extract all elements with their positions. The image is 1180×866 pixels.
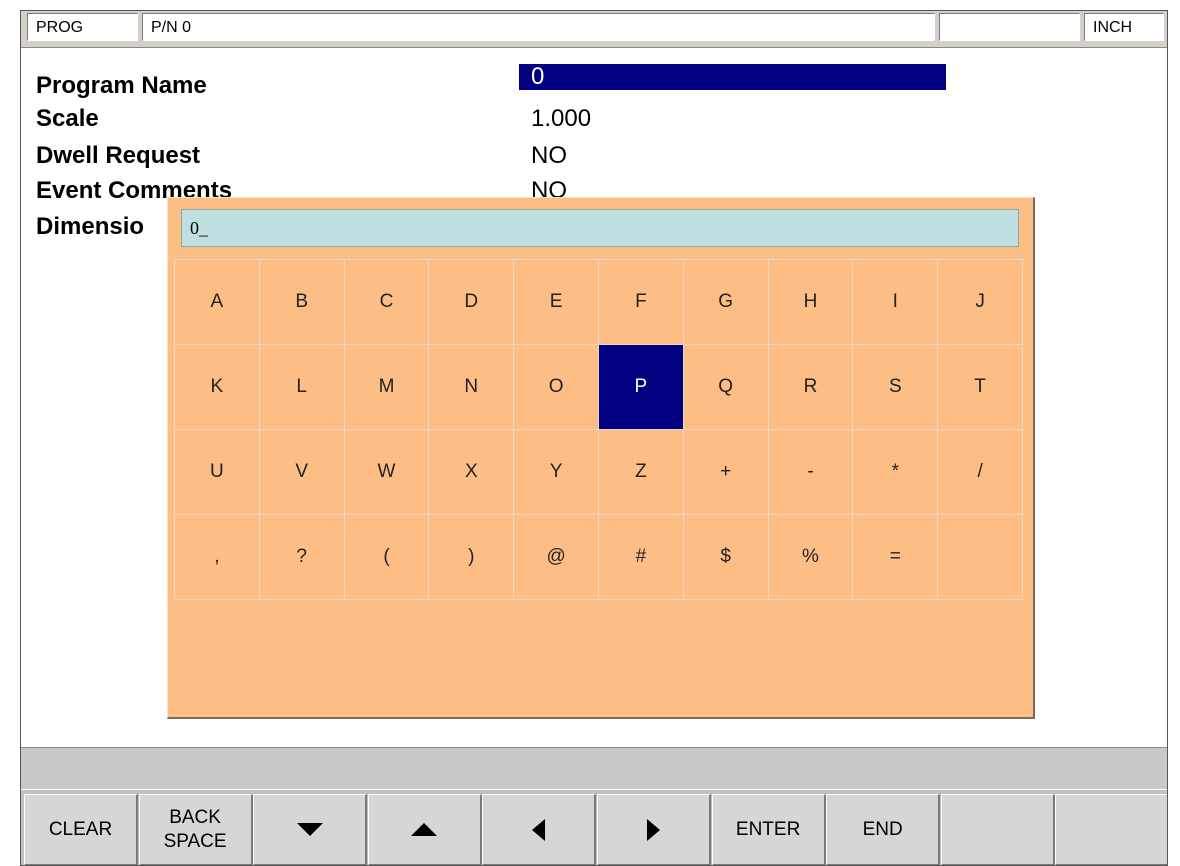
field-label-dimension: Dimensio xyxy=(36,213,145,240)
key-j[interactable]: J xyxy=(938,260,1023,345)
key-n[interactable]: N xyxy=(429,345,515,430)
key-s[interactable]: S xyxy=(853,345,939,430)
key-r[interactable]: R xyxy=(768,345,854,430)
key-y[interactable]: Y xyxy=(514,430,599,515)
softkey-arrow-down[interactable] xyxy=(253,794,368,865)
key-symbol-3-7[interactable]: % xyxy=(768,515,854,600)
key-x[interactable]: X xyxy=(429,430,515,515)
arrow-right-icon xyxy=(646,818,661,841)
softkey-arrow-right[interactable] xyxy=(597,794,711,865)
key-q[interactable]: Q xyxy=(683,345,769,430)
keyboard-popup: 0_ A B C D E F G H I J K L M N O P Q R S T U V W X Y Z + - * /,?() @ # $… xyxy=(167,197,1035,719)
key-symbol-3-6[interactable]: $ xyxy=(683,515,769,600)
softkey-blank-9[interactable] xyxy=(1055,794,1167,865)
message-bar xyxy=(21,747,1167,790)
program-name-value[interactable]: 0 xyxy=(519,64,946,90)
key-m[interactable]: M xyxy=(344,345,430,430)
field-label-scale: Scale xyxy=(36,105,99,132)
status-blank-cell xyxy=(939,13,1080,41)
key-g[interactable]: G xyxy=(683,260,769,345)
key-u[interactable]: U xyxy=(175,430,260,515)
key-i[interactable]: I xyxy=(853,260,939,345)
key-symbol-2-6[interactable]: + xyxy=(683,430,769,515)
key-l[interactable]: L xyxy=(259,345,345,430)
key-o[interactable]: O xyxy=(514,345,599,430)
softkey-arrow-up[interactable] xyxy=(367,794,482,865)
arrow-left-icon xyxy=(531,818,546,841)
softkey-clear[interactable]: CLEAR xyxy=(24,794,138,865)
key-p[interactable]: P xyxy=(599,345,684,430)
status-bar: PROG P/N 0 INCH xyxy=(21,11,1167,48)
key-symbol-3-8[interactable]: = xyxy=(853,515,939,600)
key-e[interactable]: E xyxy=(514,260,599,345)
softkey-arrow-left[interactable] xyxy=(482,794,597,865)
arrow-down-icon xyxy=(296,822,323,837)
part-number-indicator: P/N 0 xyxy=(142,13,935,41)
key-symbol-3-1[interactable]: ? xyxy=(259,515,345,600)
key-b[interactable]: B xyxy=(259,260,345,345)
key-symbol-3-4[interactable]: @ xyxy=(514,515,599,600)
key-symbol-2-9[interactable]: / xyxy=(938,430,1023,515)
field-label-program-name: Program Name xyxy=(36,72,207,99)
key-symbol-2-7[interactable]: - xyxy=(768,430,854,515)
units-indicator: INCH xyxy=(1084,13,1164,41)
softkey-blank-8[interactable] xyxy=(940,794,1055,865)
keyboard-grid: A B C D E F G H I J K L M N O P Q R S T U V W X Y Z + - * /,?() @ # $% = xyxy=(174,259,1023,600)
key-v[interactable]: V xyxy=(259,430,345,515)
field-label-dwell-request: Dwell Request xyxy=(36,142,201,169)
key-symbol-3-2[interactable]: ( xyxy=(344,515,430,600)
arrow-up-icon xyxy=(411,822,438,837)
key-h[interactable]: H xyxy=(768,260,854,345)
keyboard-input-field[interactable]: 0_ xyxy=(181,209,1019,247)
key-a[interactable]: A xyxy=(175,260,260,345)
key-z[interactable]: Z xyxy=(599,430,684,515)
softkey-back-space[interactable]: BACK SPACE xyxy=(138,794,253,865)
softkey-bar: CLEAR BACK SPACE ENTER END xyxy=(21,789,1167,865)
softkey-end[interactable]: END xyxy=(826,794,941,865)
key-empty xyxy=(938,515,1023,600)
scale-value[interactable]: 1.000 xyxy=(519,106,591,132)
key-symbol-2-8[interactable]: * xyxy=(853,430,939,515)
key-symbol-3-0[interactable]: , xyxy=(175,515,260,600)
mode-indicator: PROG xyxy=(27,13,138,41)
dwell-request-value[interactable]: NO xyxy=(519,143,567,169)
key-k[interactable]: K xyxy=(175,345,260,430)
key-c[interactable]: C xyxy=(344,260,430,345)
key-f[interactable]: F xyxy=(599,260,684,345)
app-frame: PROG P/N 0 INCH Program Name 0 Scale 1.0… xyxy=(20,10,1168,866)
softkey-enter[interactable]: ENTER xyxy=(711,794,826,865)
key-w[interactable]: W xyxy=(344,430,430,515)
key-symbol-3-5[interactable]: # xyxy=(599,515,684,600)
key-symbol-3-3[interactable]: ) xyxy=(429,515,515,600)
key-t[interactable]: T xyxy=(938,345,1023,430)
key-d[interactable]: D xyxy=(429,260,515,345)
